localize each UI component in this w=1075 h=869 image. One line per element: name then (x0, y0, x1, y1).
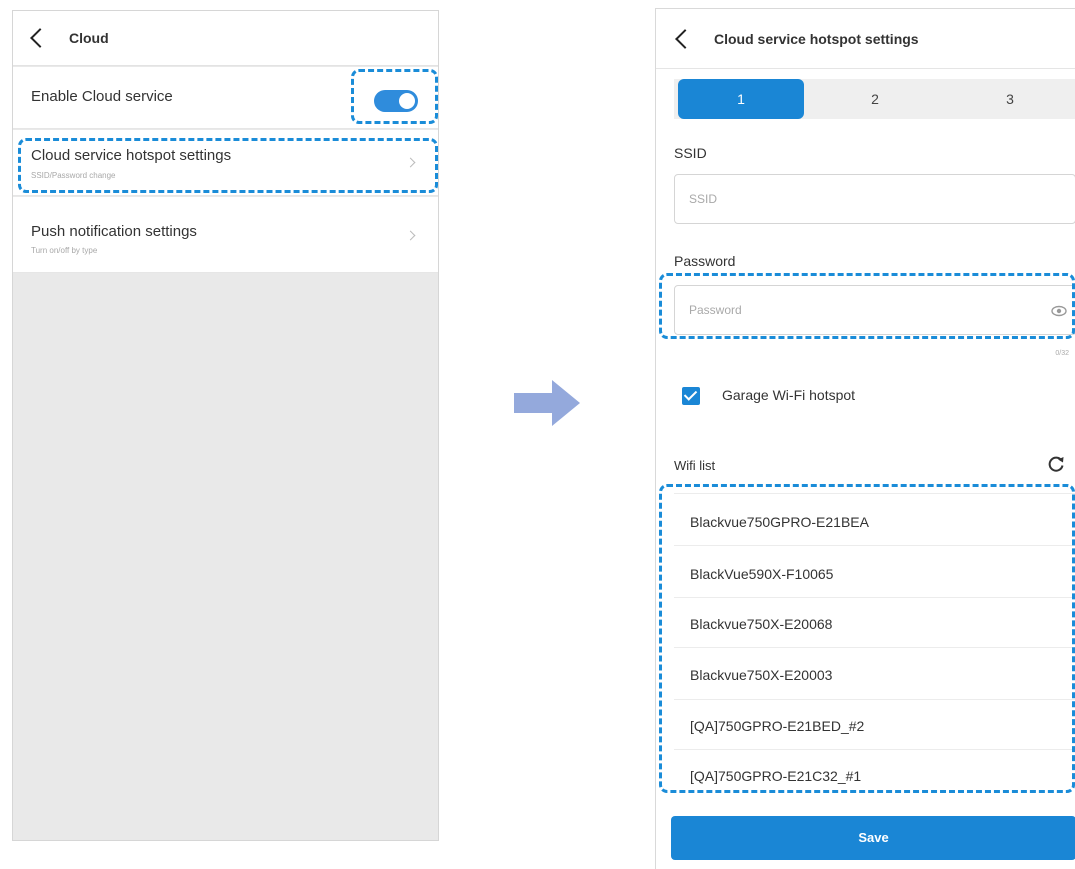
garage-hotspot-label: Garage Wi-Fi hotspot (722, 387, 856, 403)
divider (674, 597, 1075, 598)
password-label: Password (674, 253, 736, 269)
divider (674, 647, 1075, 648)
ssid-field (674, 174, 1075, 224)
wifi-list-label: Wifi list (674, 458, 716, 473)
page-title: Cloud (69, 30, 109, 46)
hotspot-header: Cloud service hotspot settings (656, 9, 1075, 69)
garage-hotspot-checkbox[interactable] (682, 387, 700, 405)
password-input[interactable] (689, 286, 1009, 334)
chevron-right-icon (405, 157, 416, 168)
wifi-item[interactable]: Blackvue750X-E20068 (690, 616, 832, 632)
page-title: Cloud service hotspot settings (714, 30, 919, 47)
back-arrow-icon[interactable] (675, 28, 695, 49)
toggle-knob (399, 93, 415, 109)
right-arrow-icon (514, 380, 580, 426)
wifi-item[interactable]: BlackVue590X-F10065 (690, 566, 833, 582)
wifi-item[interactable]: Blackvue750GPRO-E21BEA (690, 514, 869, 530)
password-counter: 0/32 (1055, 350, 1069, 357)
divider (674, 545, 1075, 546)
wifi-item[interactable]: [QA]750GPRO-E21BED_#2 (690, 718, 864, 734)
divider (674, 699, 1075, 700)
wifi-item[interactable]: Blackvue750X-E20003 (690, 667, 832, 683)
tab-2[interactable]: 2 (808, 79, 942, 119)
hotspot-settings-subtitle: SSID/Password change (31, 171, 116, 180)
ssid-label: SSID (674, 145, 707, 161)
push-settings-subtitle: Turn on/off by type (31, 246, 98, 255)
divider (674, 749, 1075, 750)
chevron-right-icon (405, 230, 416, 241)
hotspot-settings-title: Cloud service hotspot settings (31, 147, 232, 164)
save-button[interactable]: Save (671, 816, 1075, 860)
wifi-item[interactable]: [QA]750GPRO-E21C32_#1 (690, 768, 861, 784)
hotspot-settings-screen: Cloud service hotspot settings 1 2 3 SSI… (655, 8, 1075, 869)
password-field (674, 285, 1075, 335)
enable-cloud-row: Enable Cloud service (13, 67, 438, 129)
push-settings-row[interactable]: Push notification settings Turn on/off b… (13, 197, 438, 273)
divider (674, 493, 1075, 494)
enable-cloud-toggle[interactable] (374, 90, 418, 112)
back-arrow-icon[interactable] (30, 28, 50, 48)
tab-3[interactable]: 3 (944, 79, 1075, 119)
refresh-icon[interactable] (1047, 455, 1065, 473)
push-settings-title: Push notification settings (31, 223, 197, 240)
tab-1[interactable]: 1 (678, 79, 804, 119)
eye-icon[interactable] (1051, 303, 1067, 319)
cloud-header: Cloud (13, 11, 438, 66)
hotspot-settings-row[interactable]: Cloud service hotspot settings SSID/Pass… (13, 130, 438, 196)
cloud-screen: Cloud Enable Cloud service Cloud service… (12, 10, 439, 841)
ssid-input[interactable] (689, 175, 1009, 223)
hotspot-tabs: 1 2 3 (674, 79, 1075, 119)
enable-cloud-label: Enable Cloud service (31, 88, 173, 105)
